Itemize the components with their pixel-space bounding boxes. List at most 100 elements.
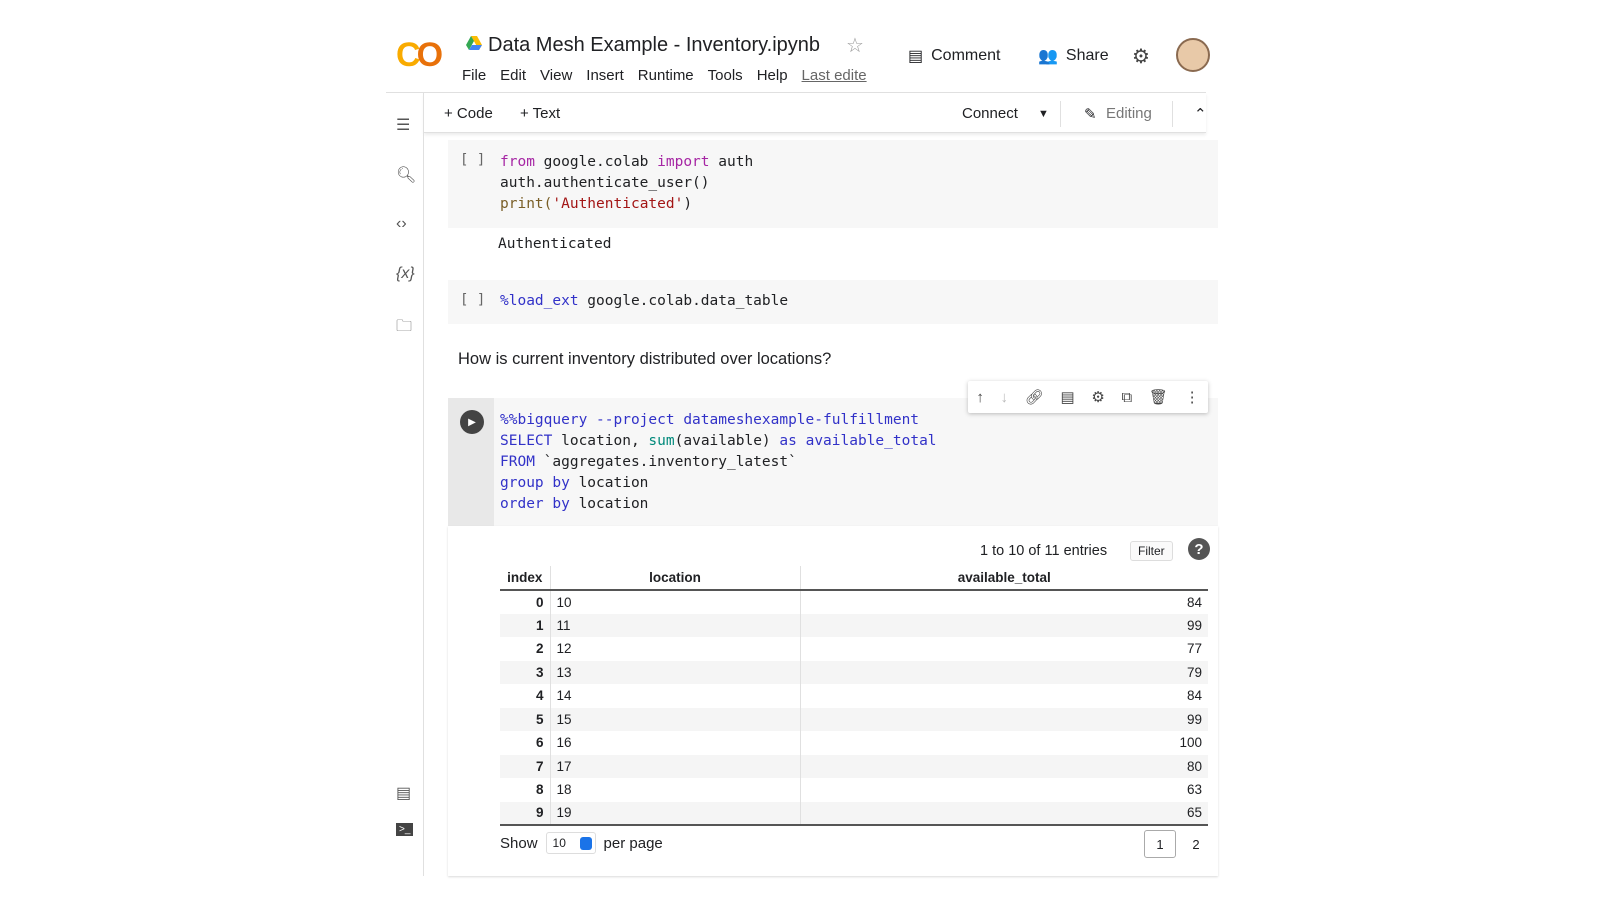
available-total-cell: 80 bbox=[800, 754, 1208, 778]
available-total-cell: 99 bbox=[800, 613, 1208, 637]
menu-runtime[interactable]: Runtime bbox=[638, 67, 694, 84]
location-cell: 17 bbox=[550, 754, 801, 778]
index-cell: 9 bbox=[500, 801, 551, 826]
settings-gear-icon[interactable]: ⚙ bbox=[1132, 44, 1150, 69]
run-cell-bracket[interactable]: [ ] bbox=[460, 292, 485, 308]
notebook-toolbar: + Code + Text Connect ▼ ✎ Editing ⌃ bbox=[424, 93, 1207, 133]
available-total-cell: 77 bbox=[1186, 641, 1202, 657]
search-icon[interactable]: 🔍︎ bbox=[396, 165, 416, 185]
location-cell: 11 bbox=[550, 613, 801, 637]
location-cell: 10 bbox=[550, 590, 801, 614]
filter-button[interactable]: Filter bbox=[1130, 541, 1173, 561]
connect-button[interactable]: Connect bbox=[962, 105, 1018, 122]
last-edited-link[interactable]: Last edite bbox=[802, 67, 867, 84]
column-header-index[interactable]: index bbox=[500, 566, 551, 591]
location-cell: 14 bbox=[550, 684, 801, 708]
notebook-title[interactable]: Data Mesh Example - Inventory.ipynb bbox=[488, 34, 820, 57]
chevron-down-icon[interactable]: ▼ bbox=[1038, 108, 1049, 120]
menu-help[interactable]: Help bbox=[757, 67, 788, 84]
per-page-select[interactable]: 10 bbox=[545, 832, 596, 854]
table-row: 6 16 100 bbox=[500, 731, 1208, 755]
add-text-button[interactable]: + Text bbox=[520, 105, 560, 122]
index-cell: 4 bbox=[500, 684, 551, 708]
page-1-button[interactable]: 1 bbox=[1144, 830, 1176, 858]
divider bbox=[1172, 101, 1173, 127]
table-row: 0 10 84 bbox=[500, 590, 1208, 614]
index-cell: 8 bbox=[500, 778, 551, 802]
location-cell: 19 bbox=[550, 801, 801, 826]
move-down-icon[interactable]: ↓ bbox=[1001, 389, 1009, 406]
comment-button[interactable]: ▤ Comment bbox=[908, 46, 1000, 66]
pencil-icon: ✎ bbox=[1084, 106, 1097, 123]
cell-output: Authenticated bbox=[498, 236, 612, 252]
settings-gear-icon[interactable]: ⚙ bbox=[1091, 388, 1104, 406]
page-2-button[interactable]: 2 bbox=[1180, 830, 1212, 858]
delete-icon[interactable]: 🗑︎ bbox=[1149, 388, 1168, 406]
more-vert-icon[interactable]: ⋮ bbox=[1185, 388, 1200, 406]
move-up-icon[interactable]: ↑ bbox=[976, 389, 984, 406]
entries-count: 1 to 10 of 11 entries bbox=[980, 543, 1108, 559]
editing-mode-button[interactable]: Editing bbox=[1106, 105, 1152, 122]
code-snippets-icon[interactable]: ‹› bbox=[396, 215, 407, 233]
code-editor[interactable]: from google.colab import auth auth.authe… bbox=[500, 152, 753, 215]
select-arrows-icon bbox=[579, 837, 592, 850]
run-cell-bracket[interactable]: [ ] bbox=[460, 152, 485, 168]
colab-logo[interactable]: CO bbox=[396, 36, 443, 75]
index-cell: 6 bbox=[500, 731, 551, 755]
chevron-up-icon[interactable]: ⌃ bbox=[1194, 105, 1207, 123]
run-cell-button[interactable]: ▶ bbox=[460, 410, 484, 434]
avatar[interactable] bbox=[1176, 38, 1210, 72]
index-cell: 7 bbox=[500, 754, 551, 778]
column-header-available-total[interactable]: available_total bbox=[800, 566, 1208, 591]
left-sidebar: ☰ 🔍︎ ‹› {x} 🗀 ▤ >_ bbox=[386, 93, 424, 876]
command-palette-icon[interactable]: ▤ bbox=[396, 783, 411, 803]
table-row: 5 15 99 bbox=[500, 707, 1208, 731]
markdown-text: How is current inventory distributed ove… bbox=[458, 350, 832, 368]
link-icon[interactable]: 🔗︎ bbox=[1025, 388, 1044, 406]
pagination: 1 2 bbox=[1144, 830, 1212, 858]
help-icon[interactable]: ? bbox=[1188, 538, 1210, 560]
google-drive-icon bbox=[466, 36, 482, 50]
terminal-icon[interactable]: >_ bbox=[396, 823, 414, 836]
divider bbox=[1060, 101, 1061, 127]
available-total-cell: 100 bbox=[1179, 735, 1202, 751]
star-icon[interactable]: ☆ bbox=[846, 33, 864, 58]
variables-icon[interactable]: {x} bbox=[396, 265, 415, 283]
table-of-contents-icon[interactable]: ☰ bbox=[396, 115, 410, 135]
data-table: index location available_total 0 10 84 1 11 9… bbox=[500, 566, 1208, 826]
index-cell: 3 bbox=[500, 660, 551, 684]
add-code-button[interactable]: + Code bbox=[444, 105, 493, 122]
menu-view[interactable]: View bbox=[540, 67, 572, 84]
table-row: 3 13 79 bbox=[500, 660, 1208, 684]
available-total-cell: 99 bbox=[800, 707, 1208, 731]
index-cell: 2 bbox=[500, 637, 551, 661]
table-row: 1 11 99 bbox=[500, 613, 1208, 637]
table-row: 9 19 65 bbox=[500, 801, 1208, 826]
table-row: 7 17 80 bbox=[500, 754, 1208, 778]
column-header-location[interactable]: location bbox=[550, 566, 801, 591]
code-editor[interactable]: %load_ext google.colab.data_table bbox=[500, 291, 788, 312]
index-cell: 5 bbox=[500, 707, 551, 731]
table-row: 4 14 84 bbox=[500, 684, 1208, 708]
menu-edit[interactable]: Edit bbox=[500, 67, 526, 84]
menu-tools[interactable]: Tools bbox=[708, 67, 743, 84]
table-row: 8 18 63 bbox=[500, 778, 1208, 802]
comment-icon[interactable]: ▤ bbox=[1060, 388, 1074, 406]
people-icon: 👥 bbox=[1038, 48, 1058, 65]
table-row: 2 12 77 bbox=[500, 637, 1208, 661]
available-total-cell: 84 bbox=[1186, 594, 1202, 610]
location-cell: 18 bbox=[550, 778, 801, 802]
cell-toolbar: ↑ ↓ 🔗︎ ▤ ⚙ ⧉ 🗑︎ ⋮ bbox=[968, 381, 1208, 413]
menu-file[interactable]: File bbox=[462, 67, 486, 84]
available-total-cell: 79 bbox=[800, 660, 1208, 684]
location-cell: 12 bbox=[550, 637, 801, 661]
mirror-cell-icon[interactable]: ⧉ bbox=[1121, 389, 1132, 406]
index-cell: 0 bbox=[500, 590, 551, 614]
code-editor[interactable]: %%bigquery --project datameshexample-ful… bbox=[500, 410, 937, 515]
folder-icon[interactable]: 🗀 bbox=[396, 315, 412, 342]
location-cell: 13 bbox=[550, 660, 801, 684]
menu-bar: File Edit View Insert Runtime Tools Help… bbox=[462, 67, 867, 84]
location-cell: 16 bbox=[550, 731, 801, 755]
menu-insert[interactable]: Insert bbox=[586, 67, 624, 84]
share-button[interactable]: 👥 Share bbox=[1038, 46, 1109, 66]
